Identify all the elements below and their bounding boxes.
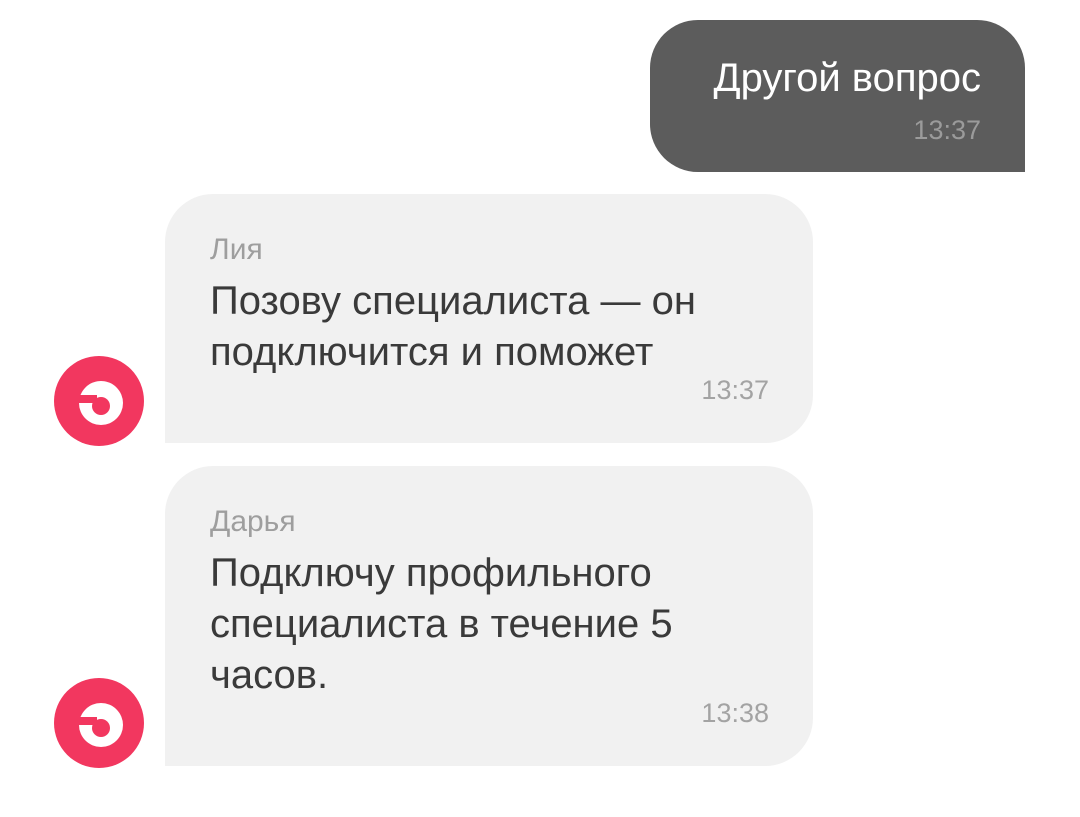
avatar: [54, 678, 144, 768]
outgoing-message[interactable]: Другой вопрос 13:37: [650, 20, 1025, 172]
message-time: 13:37: [913, 115, 981, 145]
chat-thread: Другой вопрос 13:37 Лия Позову специалис…: [0, 0, 1080, 817]
message-text: Другой вопрос: [713, 56, 982, 100]
brand-logo-icon: [54, 356, 144, 446]
message-text: Позову специалиста — он подключится и по…: [210, 279, 696, 374]
avatar: [54, 356, 144, 446]
brand-logo-icon: [54, 678, 144, 768]
message-time: 13:37: [701, 375, 769, 405]
message-sender: Дарья: [210, 505, 296, 538]
message-time: 13:38: [701, 698, 769, 728]
incoming-message[interactable]: Лия Позову специалиста — он подключится …: [165, 194, 813, 443]
message-text: Подключу профильного специалиста в течен…: [210, 551, 673, 697]
message-sender: Лия: [210, 233, 263, 266]
incoming-message[interactable]: Дарья Подключу профильного специалиста в…: [165, 466, 813, 766]
